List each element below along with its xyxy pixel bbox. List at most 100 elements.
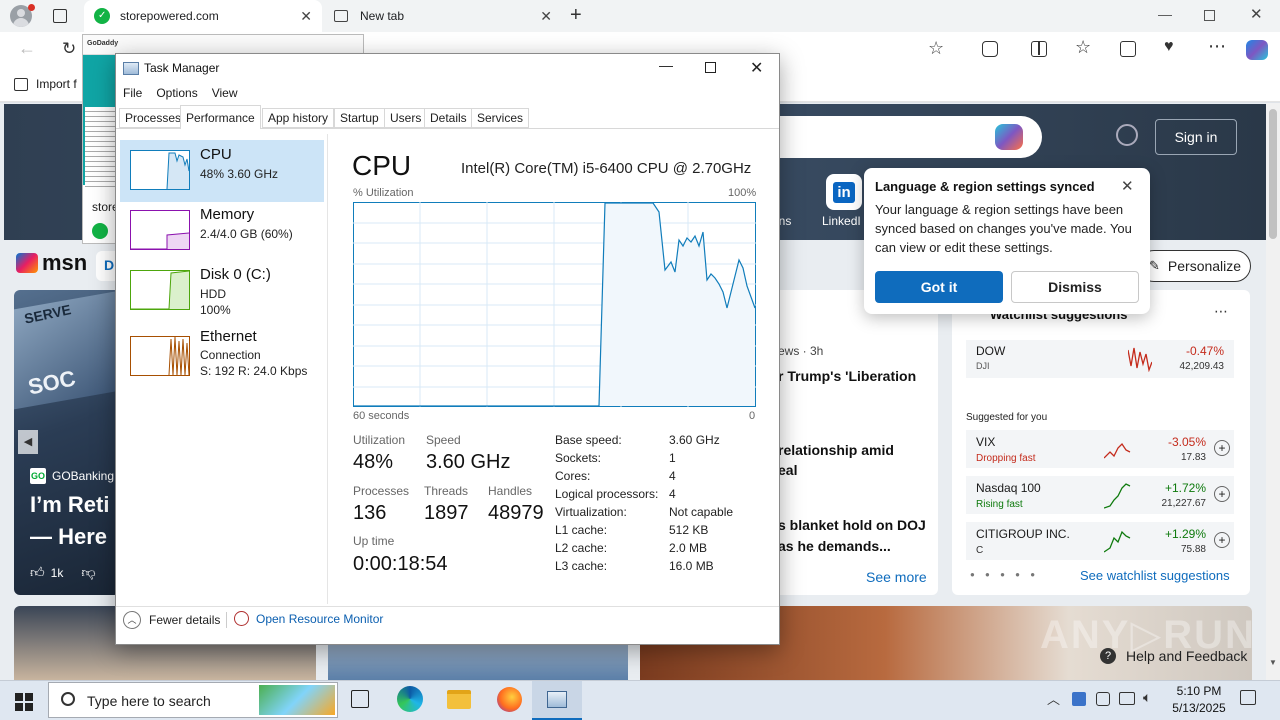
restore-button[interactable] (1204, 10, 1215, 21)
close-icon[interactable]: ✕ (1121, 177, 1134, 195)
tab-details[interactable]: Details (424, 108, 473, 128)
import-favorites[interactable]: Import f (14, 77, 77, 91)
taskbar-search-box[interactable]: Type here to search (48, 682, 338, 718)
personalize-button[interactable]: ✎ Personalize (1138, 250, 1251, 282)
msn-logo[interactable]: msn (16, 250, 87, 276)
tab-users[interactable]: Users (384, 108, 428, 128)
close-icon[interactable]: ✕ (540, 8, 552, 25)
tab-startup[interactable]: Startup (334, 108, 385, 128)
favorite-star-icon[interactable]: ☆ (928, 38, 944, 59)
watch-row-vix[interactable]: VIX Dropping fast -3.05% 17.83 + (966, 430, 1234, 468)
linkedin-icon[interactable]: in (826, 174, 862, 210)
headline-1[interactable]: r Trump's 'Liberation (778, 368, 916, 384)
settings-gear-icon[interactable] (1116, 124, 1138, 146)
tab-new-tab[interactable]: New tab ✕ (324, 0, 562, 32)
firefox-icon[interactable] (497, 687, 522, 712)
ticker-name: CITIGROUP INC. (976, 527, 1070, 541)
search-icon (61, 692, 75, 706)
tab-app-history[interactable]: App history (262, 108, 335, 128)
sidebar-item-ethernet[interactable]: Ethernet Connection S: 192 R: 24.0 Kbps (120, 326, 324, 388)
refresh-icon[interactable]: ↻ (62, 39, 76, 59)
ticker-change: -3.05% (1167, 435, 1206, 449)
story-card-left[interactable]: SERVE SOC ◀ GO GOBanking I’m Reti — Here… (14, 290, 120, 595)
tab-services[interactable]: Services (471, 108, 530, 128)
windows-start-icon[interactable] (15, 693, 33, 711)
detail-value: 3.60 GHz (669, 433, 720, 447)
watch-row-citigroup[interactable]: CITIGROUP INC. C +1.29% 75.88 + (966, 522, 1234, 560)
see-watchlist-link[interactable]: See watchlist suggestions (1080, 568, 1230, 583)
menu-view[interactable]: View (212, 86, 238, 100)
sign-in-button[interactable]: Sign in (1155, 119, 1237, 155)
tab-performance[interactable]: Performance (180, 105, 261, 129)
title-bar[interactable]: Task Manager — ✕ (116, 54, 779, 82)
processes-label: Processes (353, 484, 410, 498)
add-icon[interactable]: + (1214, 486, 1230, 502)
copilot-search-icon[interactable] (995, 124, 1023, 150)
add-icon[interactable]: + (1214, 532, 1230, 548)
task-manager-window[interactable]: Task Manager — ✕ File Options View Proce… (115, 53, 780, 645)
headline-2b[interactable]: eal (778, 462, 797, 478)
close-window-button[interactable]: ✕ (1250, 5, 1263, 23)
handles-label: Handles (488, 484, 533, 498)
more-options-icon[interactable]: ⋯ (1214, 303, 1228, 320)
notifications-icon[interactable] (1240, 690, 1256, 705)
task-view-icon[interactable] (351, 690, 369, 708)
tab-storepowered[interactable]: ✓ storepowered.com ✕ (84, 0, 322, 32)
menu-file[interactable]: File (123, 86, 142, 100)
sidebar-item-disk[interactable]: Disk 0 (C:) HDD 100% (120, 260, 324, 322)
watch-row-dow[interactable]: DOW DJI -0.47% 42,209.43 (966, 340, 1234, 378)
sidebar-item-cpu[interactable]: CPU 48% 3.60 GHz (120, 140, 324, 202)
open-resource-monitor-link[interactable]: Open Resource Monitor (234, 611, 383, 626)
headline-3b[interactable]: as he demands... (778, 538, 891, 554)
story-source: GOBanking (52, 469, 115, 483)
minimize-button[interactable]: — (659, 57, 673, 73)
volume-icon[interactable]: 🔈︎ (1143, 689, 1151, 706)
ethernet-mini-graph (130, 336, 190, 376)
tab-processes[interactable]: Processes (119, 108, 188, 128)
new-tab-button[interactable]: + (570, 4, 582, 27)
network-icon[interactable] (1119, 692, 1135, 705)
task-manager-taskbar-button[interactable] (532, 681, 582, 720)
add-icon[interactable]: + (1214, 440, 1230, 456)
back-icon[interactable]: ← (18, 38, 36, 59)
carousel-dots[interactable]: ● ● ● ● ● (970, 570, 1039, 579)
dislike-icon[interactable]: 👎︎ (81, 564, 95, 581)
maximize-button[interactable] (705, 62, 716, 73)
discover-button[interactable]: D (96, 251, 116, 281)
see-more-link[interactable]: See more (866, 569, 927, 585)
tab-actions-icon[interactable] (53, 9, 67, 23)
clock-date[interactable]: 5/13/2025 (1166, 701, 1232, 715)
menu-options[interactable]: Options (156, 86, 197, 100)
clock-time[interactable]: 5:10 PM (1174, 684, 1224, 698)
detail-key: Sockets: (555, 451, 602, 465)
favorites-icon[interactable]: ☆ (1075, 37, 1091, 58)
copilot-icon[interactable] (1246, 40, 1268, 60)
got-it-button[interactable]: Got it (875, 271, 1003, 303)
like-icon[interactable]: 👍︎ (30, 564, 45, 581)
close-button[interactable]: ✕ (750, 58, 763, 78)
sidebar-item-memory[interactable]: Memory 2.4/4.0 GB (60%) (120, 200, 324, 262)
prev-arrow-icon[interactable]: ◀ (18, 430, 38, 454)
performance-icon[interactable]: ♥ (1164, 38, 1174, 56)
fewer-details-button[interactable]: ︿ Fewer details (123, 611, 220, 629)
file-explorer-icon[interactable] (447, 690, 471, 709)
close-icon[interactable]: ✕ (300, 8, 312, 25)
extensions-icon[interactable] (982, 41, 998, 57)
dismiss-button[interactable]: Dismiss (1011, 271, 1139, 303)
collections-icon[interactable] (1120, 41, 1136, 57)
more-menu-icon[interactable]: ⋯ (1208, 36, 1226, 57)
tray-device-icon[interactable] (1096, 692, 1110, 706)
sidebar-label: CPU (200, 146, 232, 163)
split-screen-icon[interactable] (1031, 41, 1047, 57)
headline-3a[interactable]: s blanket hold on DOJ (778, 517, 926, 533)
import-icon (14, 77, 28, 91)
page-scrollbar[interactable]: ▼ (1266, 103, 1280, 680)
edge-taskbar-icon[interactable] (397, 686, 423, 712)
preview-text-lines (85, 107, 115, 187)
story-card-middle[interactable]: ews · 3h r Trump's 'Liberation relations… (762, 290, 938, 595)
watch-row-nasdaq[interactable]: Nasdaq 100 Rising fast +1.72% 21,227.67 … (966, 476, 1234, 514)
headline-2a[interactable]: relationship amid (778, 442, 894, 458)
tray-app-icon[interactable] (1072, 692, 1086, 706)
show-hidden-icons[interactable]: ︿ (1047, 689, 1060, 708)
minimize-button[interactable]: — (1158, 6, 1172, 22)
